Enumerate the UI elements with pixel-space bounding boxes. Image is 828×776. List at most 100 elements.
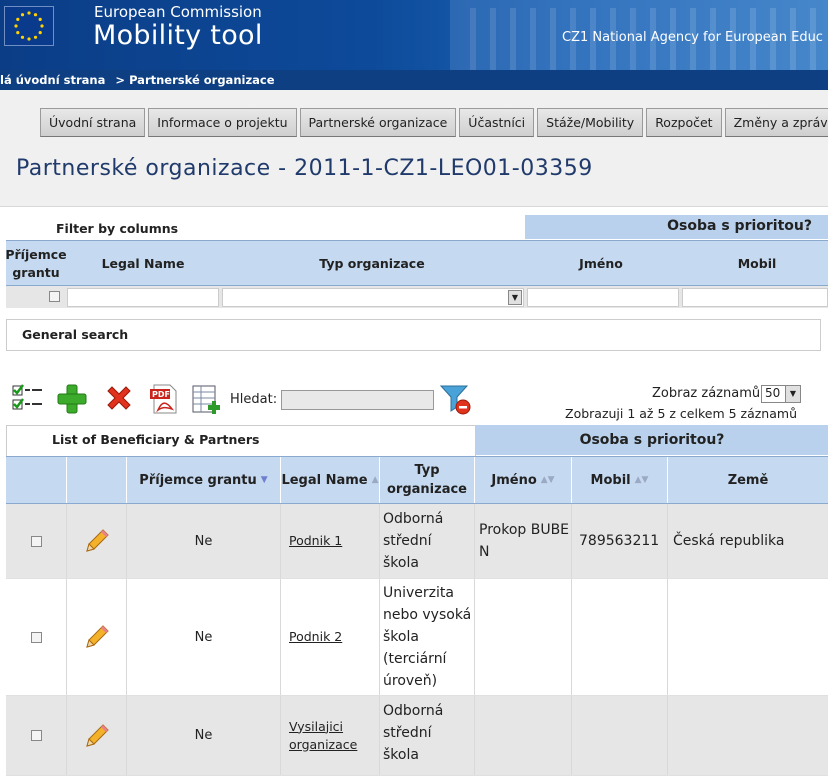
filter-col-mobile: Mobil (737, 256, 777, 271)
row-legal-name-link[interactable]: organizace (289, 736, 357, 754)
filter-col-type: Typ organizace (319, 256, 425, 271)
chevron-down-icon: ▼ (785, 386, 800, 402)
search-input[interactable] (281, 390, 434, 410)
records-summary: Zobrazuji 1 až 5 z celkem 5 záznamů (565, 406, 797, 421)
row-select-cell (6, 579, 67, 695)
agency-name: CZ1 National Agency for European Educ (562, 30, 823, 45)
filter-col-name: Jméno (579, 256, 623, 271)
add-icon[interactable] (56, 383, 88, 415)
row-edit-cell (67, 579, 127, 695)
breadcrumb: lá úvodní strana > Partnerské organizace (0, 70, 828, 90)
clear-filter-icon[interactable] (439, 383, 471, 415)
edit-pencil-icon[interactable] (83, 527, 111, 555)
filter-priority-group-header: Osoba s prioritou? (525, 215, 828, 239)
tab-mobilities[interactable]: Stáže/Mobility (537, 108, 644, 137)
row-checkbox[interactable] (30, 535, 42, 547)
row-type-line: nebo vysoká (383, 607, 472, 623)
row-name-cell: Prokop BUBE N (475, 504, 572, 578)
row-legal-name-link[interactable]: Podnik 2 (289, 628, 342, 646)
sort-icon: ▲ (371, 474, 379, 485)
sort-desc-icon: ▼ (260, 474, 268, 485)
row-grant: Ne (194, 629, 213, 645)
filter-legal-name-input[interactable] (67, 288, 219, 307)
row-grant-cell: Ne (127, 579, 281, 695)
records-per-page-select[interactable]: 50 ▼ (761, 385, 801, 403)
tab-budget[interactable]: Rozpočet (646, 108, 722, 137)
organization-name: European Commission (94, 3, 262, 21)
row-grant-cell: Ne (127, 504, 281, 578)
row-name-line: N (479, 544, 490, 560)
list-priority-group-header: Osoba s prioritou? (476, 425, 828, 455)
row-type-line: škola (383, 555, 419, 571)
row-checkbox[interactable] (30, 631, 42, 643)
filter-col-legal-name: Legal Name (101, 256, 185, 271)
main-navigation: Úvodní strana Informace o projektu Partn… (40, 108, 828, 137)
header-banner: European Commission Mobility tool CZ1 Na… (0, 0, 828, 70)
row-grant: Ne (194, 533, 213, 549)
row-grant: Ne (194, 728, 213, 743)
table-row: Ne Podnik 1 Odborná střední škola Prokop… (6, 504, 828, 579)
row-legal-name-link[interactable]: Podnik 1 (289, 532, 342, 550)
filter-col-grant: Příjemce grantu (5, 241, 67, 287)
col-grant[interactable]: Příjemce grantu ▼ (127, 457, 281, 503)
row-mobile-cell: 789563211 (572, 504, 668, 578)
tab-home[interactable]: Úvodní strana (40, 108, 146, 137)
col-country[interactable]: Země (668, 457, 828, 503)
row-type-line: škola (383, 629, 419, 645)
pdf-export-icon[interactable]: PDF (148, 383, 180, 415)
row-type-line: střední (383, 725, 432, 741)
filter-col-grant-line1: Příjemce (5, 247, 67, 262)
row-name-cell (475, 579, 572, 695)
breadcrumb-home[interactable]: lá úvodní strana (0, 73, 105, 87)
col-mobile-label: Mobil (590, 472, 631, 488)
tab-changes-reports[interactable]: Změny a zprávy (724, 108, 828, 137)
row-legal-name-cell: Podnik 2 (281, 579, 380, 695)
row-select-cell (6, 504, 67, 578)
row-type-line: Univerzita (383, 585, 454, 601)
tab-participants[interactable]: Účastníci (459, 108, 535, 137)
filter-grant-checkbox[interactable] (49, 291, 60, 302)
row-name-cell (475, 696, 572, 775)
tab-project-info[interactable]: Informace o projektu (148, 108, 297, 137)
edit-pencil-icon[interactable] (83, 623, 111, 651)
select-all-icon[interactable] (12, 383, 44, 415)
eu-flag-logo (4, 6, 54, 46)
row-checkbox[interactable] (30, 730, 42, 741)
breadcrumb-separator: > (115, 73, 126, 87)
sort-icon: ▲▼ (634, 474, 649, 485)
row-mobile-cell (572, 696, 668, 775)
col-name-label: Jméno (491, 472, 537, 488)
row-country-cell: Česká republika (668, 504, 828, 578)
filter-input-row: ▼ (6, 286, 828, 308)
filter-type-select[interactable]: ▼ (222, 288, 524, 307)
chevron-down-icon: ▼ (508, 290, 522, 305)
edit-pencil-icon[interactable] (83, 722, 111, 750)
app-name: Mobility tool (93, 20, 263, 51)
filter-col-grant-line2: grantu (12, 265, 60, 280)
general-search-panel[interactable]: General search (6, 319, 821, 351)
row-country: Česká republika (673, 533, 785, 549)
row-type-line: Odborná (383, 511, 444, 527)
col-grant-label: Příjemce grantu (139, 472, 257, 488)
row-country-cell (668, 696, 828, 775)
row-type-line: (terciární (383, 651, 447, 667)
col-type[interactable]: Typ organizace (380, 457, 475, 503)
col-legal-name[interactable]: Legal Name ▲ (281, 457, 380, 503)
tab-partner-organizations[interactable]: Partnerské organizace (299, 108, 457, 137)
row-grant-cell: Ne (127, 696, 281, 775)
delete-icon[interactable] (103, 383, 135, 415)
row-select-cell (6, 696, 67, 775)
filter-title: Filter by columns (56, 221, 179, 236)
filter-name-input[interactable] (527, 288, 679, 307)
col-type-label-line1: Typ (414, 463, 440, 478)
table-header-row: Příjemce grantu ▼ Legal Name ▲ Typ organ… (6, 456, 828, 504)
row-legal-name-cell: Vysilajici organizace (281, 696, 380, 775)
col-name[interactable]: Jméno ▲▼ (475, 457, 572, 503)
filter-mobile-input[interactable] (682, 288, 828, 307)
row-legal-name-link[interactable]: Vysilajici (289, 718, 343, 736)
col-mobile[interactable]: Mobil ▲▼ (572, 457, 668, 503)
export-table-icon[interactable] (192, 383, 224, 415)
list-title-tab (6, 425, 476, 456)
row-name-line: Prokop BUBE (479, 522, 570, 538)
filter-header-row: Příjemce grantu Legal Name Typ organizac… (5, 240, 828, 287)
